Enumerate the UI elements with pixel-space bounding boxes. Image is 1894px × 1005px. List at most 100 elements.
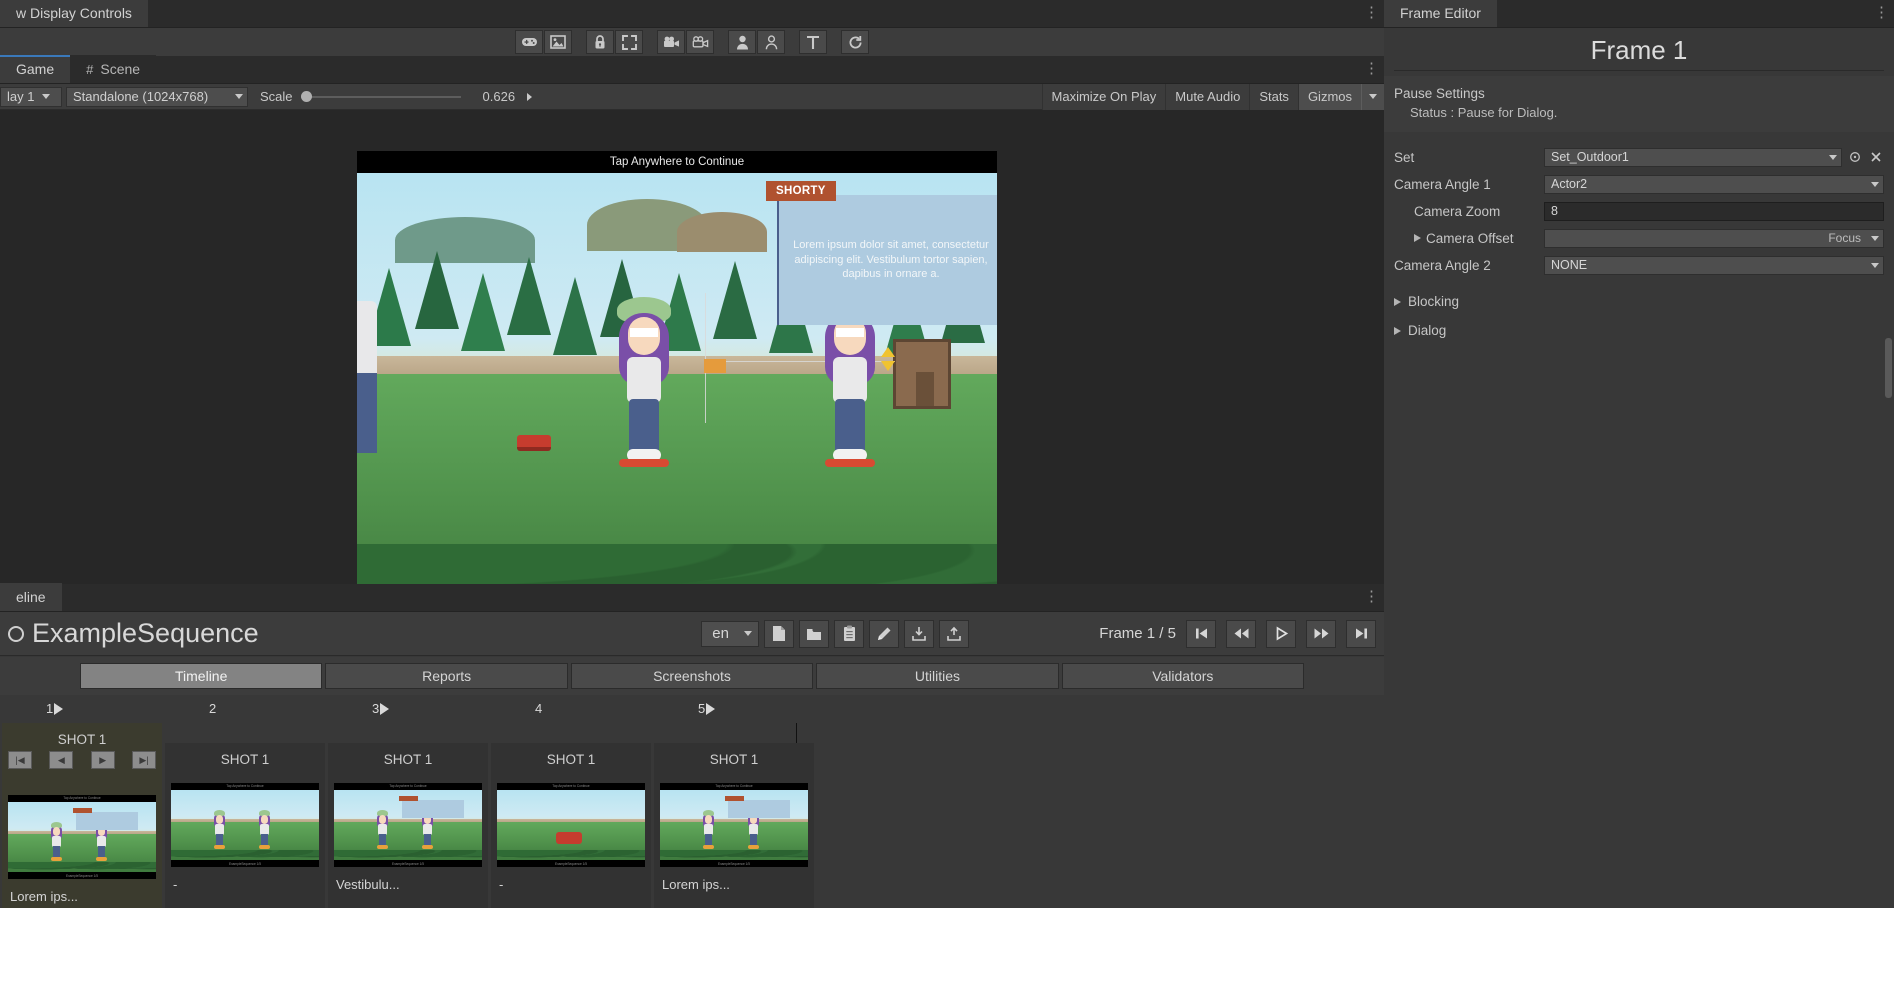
- resolution-dropdown[interactable]: Standalone (1024x768): [66, 86, 248, 107]
- step-back-button[interactable]: [1226, 619, 1256, 648]
- timeline-panel-menu-icon[interactable]: ⋮: [1364, 588, 1379, 608]
- frame-thumbnail[interactable]: Tap Anywhere to Continue ExampleSequence …: [660, 783, 808, 867]
- cross-icon[interactable]: [1868, 149, 1884, 165]
- frame-thumbnail[interactable]: Tap Anywhere to Continue ExampleSequence …: [497, 783, 645, 867]
- chevron-down-icon: [1369, 94, 1377, 99]
- foldout-label: Blocking: [1408, 294, 1460, 309]
- frame-card[interactable]: SHOT 1 |◀ ◀ ▶ ▶| Tap Anywhere to Continue Exam…: [2, 723, 162, 908]
- frame-card[interactable]: SHOT 1 Tap Anywhere to Continue ExampleSeq…: [491, 743, 651, 908]
- person-outline-icon[interactable]: [757, 30, 785, 54]
- game-panel-menu-icon[interactable]: ⋮: [1364, 60, 1379, 80]
- foldout-triangle-icon[interactable]: [1394, 297, 1401, 306]
- stats-button[interactable]: Stats: [1249, 83, 1298, 110]
- vertical-scrollbar[interactable]: [1885, 338, 1892, 398]
- property-value: Set_Outdoor1: [1551, 150, 1629, 164]
- skip-to-start-button[interactable]: [1186, 619, 1216, 648]
- scale-slider[interactable]: [300, 90, 461, 104]
- step-forward-button[interactable]: [1306, 619, 1336, 648]
- refresh-icon[interactable]: [841, 30, 869, 54]
- chevron-down-icon: [235, 94, 243, 99]
- property-dropdown[interactable]: NONE: [1544, 255, 1884, 275]
- timeline-tab-timeline[interactable]: Timeline: [80, 663, 323, 689]
- thumb-bushes: [171, 849, 319, 860]
- camera-outline-icon[interactable]: [686, 30, 714, 54]
- timeline-tab-reports[interactable]: Reports: [325, 663, 568, 689]
- thumb-top-text: Tap Anywhere to Continue: [63, 796, 101, 800]
- ruler-play-icon[interactable]: [380, 702, 390, 715]
- display-dropdown[interactable]: lay 1: [0, 86, 62, 107]
- ruler-mark-2[interactable]: 2: [209, 701, 216, 716]
- thumbnail-scene: [497, 790, 645, 860]
- property-value: Actor2: [1551, 177, 1588, 191]
- timeline-tab-validators[interactable]: Validators: [1061, 663, 1305, 689]
- first-frame-button[interactable]: |◀: [8, 751, 32, 769]
- tab-preview-display-controls[interactable]: w Display Controls: [0, 0, 148, 27]
- foldout-triangle-icon[interactable]: [1394, 326, 1401, 335]
- last-frame-button[interactable]: ▶|: [131, 751, 156, 769]
- ruler-mark-5[interactable]: 5: [698, 701, 716, 716]
- property-dropdown[interactable]: Set_Outdoor1: [1544, 147, 1842, 167]
- tab-frame-editor[interactable]: Frame Editor: [1384, 0, 1497, 27]
- frame-shot-label: SHOT 1: [57, 732, 107, 747]
- gamepad-icon[interactable]: [515, 30, 543, 54]
- ruler-play-icon[interactable]: [706, 702, 716, 715]
- foldout-blocking[interactable]: Blocking: [1384, 287, 1894, 316]
- open-folder-icon[interactable]: [799, 619, 830, 648]
- frame-thumbnail[interactable]: Tap Anywhere to Continue ExampleSequence …: [334, 783, 482, 867]
- new-document-icon[interactable]: [764, 619, 795, 648]
- tab-timeline[interactable]: eline: [0, 583, 62, 611]
- next-frame-button[interactable]: ▶: [90, 751, 115, 769]
- export-icon[interactable]: [939, 619, 970, 648]
- frame-thumbnail[interactable]: Tap Anywhere to Continue ExampleSequence …: [8, 795, 156, 879]
- edit-pencil-icon[interactable]: [869, 619, 900, 648]
- fullscreen-icon[interactable]: [615, 30, 643, 54]
- play-button[interactable]: [1266, 619, 1296, 648]
- preview-panel-menu-icon[interactable]: ⋮: [1364, 4, 1379, 24]
- game-view-viewport[interactable]: Tap Anywhere to Continue Lorem ipsum dol…: [0, 110, 1384, 584]
- lock-icon[interactable]: [586, 30, 614, 54]
- tab-game[interactable]: Game: [0, 55, 71, 83]
- toolbar-group-lock: [586, 30, 643, 54]
- property-input[interactable]: 8: [1544, 201, 1884, 221]
- tab-label: w Display Controls: [16, 5, 132, 21]
- prev-frame-button[interactable]: ◀: [49, 751, 74, 769]
- scale-label: Scale: [260, 89, 293, 104]
- thumbnail-scene: [334, 790, 482, 860]
- ruler-mark-1[interactable]: 1: [46, 701, 64, 716]
- property-value: NONE: [1551, 258, 1588, 272]
- gizmos-button[interactable]: Gizmos: [1297, 83, 1361, 110]
- gizmos-dropdown-button[interactable]: [1361, 83, 1384, 110]
- property-dropdown[interactable]: Focus: [1544, 228, 1884, 248]
- person-filled-icon[interactable]: [728, 30, 756, 54]
- thumb-name-plate: [73, 808, 93, 814]
- thumb-name-plate: [725, 796, 745, 802]
- frame-card[interactable]: SHOT 1 Tap Anywhere to Continue ExampleSeq…: [654, 743, 814, 908]
- timeline-tab-utilities[interactable]: Utilities: [816, 663, 1059, 689]
- ruler-mark-4[interactable]: 4: [535, 701, 542, 716]
- ruler-play-icon[interactable]: [54, 702, 64, 715]
- foldout-dialog[interactable]: Dialog: [1384, 316, 1894, 345]
- slider-knob[interactable]: [300, 91, 312, 102]
- frame-editor-menu-icon[interactable]: ⋮: [1874, 4, 1889, 24]
- language-dropdown[interactable]: en: [701, 620, 760, 647]
- tab-scene[interactable]: # Scene: [70, 55, 157, 83]
- skip-to-end-button[interactable]: [1346, 619, 1376, 648]
- character-left: [609, 297, 679, 477]
- mute-audio-button[interactable]: Mute Audio: [1165, 83, 1250, 110]
- frame-strip[interactable]: SHOT 1 |◀ ◀ ▶ ▶| Tap Anywhere to Continue Exam…: [0, 723, 1384, 908]
- target-icon[interactable]: [1847, 149, 1863, 165]
- maximize-on-play-button[interactable]: Maximize On Play: [1041, 83, 1166, 110]
- image-icon[interactable]: [544, 30, 572, 54]
- property-dropdown[interactable]: Actor2: [1544, 174, 1884, 194]
- text-tool-icon[interactable]: [799, 30, 827, 54]
- clipboard-icon[interactable]: [834, 619, 865, 648]
- import-icon[interactable]: [904, 619, 935, 648]
- frame-card[interactable]: SHOT 1 Tap Anywhere to Continue ExampleSeq…: [165, 743, 325, 908]
- ruler-mark-3[interactable]: 3: [372, 701, 390, 716]
- frame-card[interactable]: SHOT 1 Tap Anywhere to Continue ExampleSeq…: [328, 743, 488, 908]
- timeline-tab-screenshots[interactable]: Screenshots: [570, 663, 814, 689]
- camera-filled-icon[interactable]: [657, 30, 685, 54]
- frame-thumbnail[interactable]: Tap Anywhere to Continue ExampleSequence …: [171, 783, 319, 867]
- foldout-triangle-icon[interactable]: [1414, 234, 1421, 242]
- game-canvas[interactable]: Tap Anywhere to Continue Lorem ipsum dol…: [357, 151, 997, 584]
